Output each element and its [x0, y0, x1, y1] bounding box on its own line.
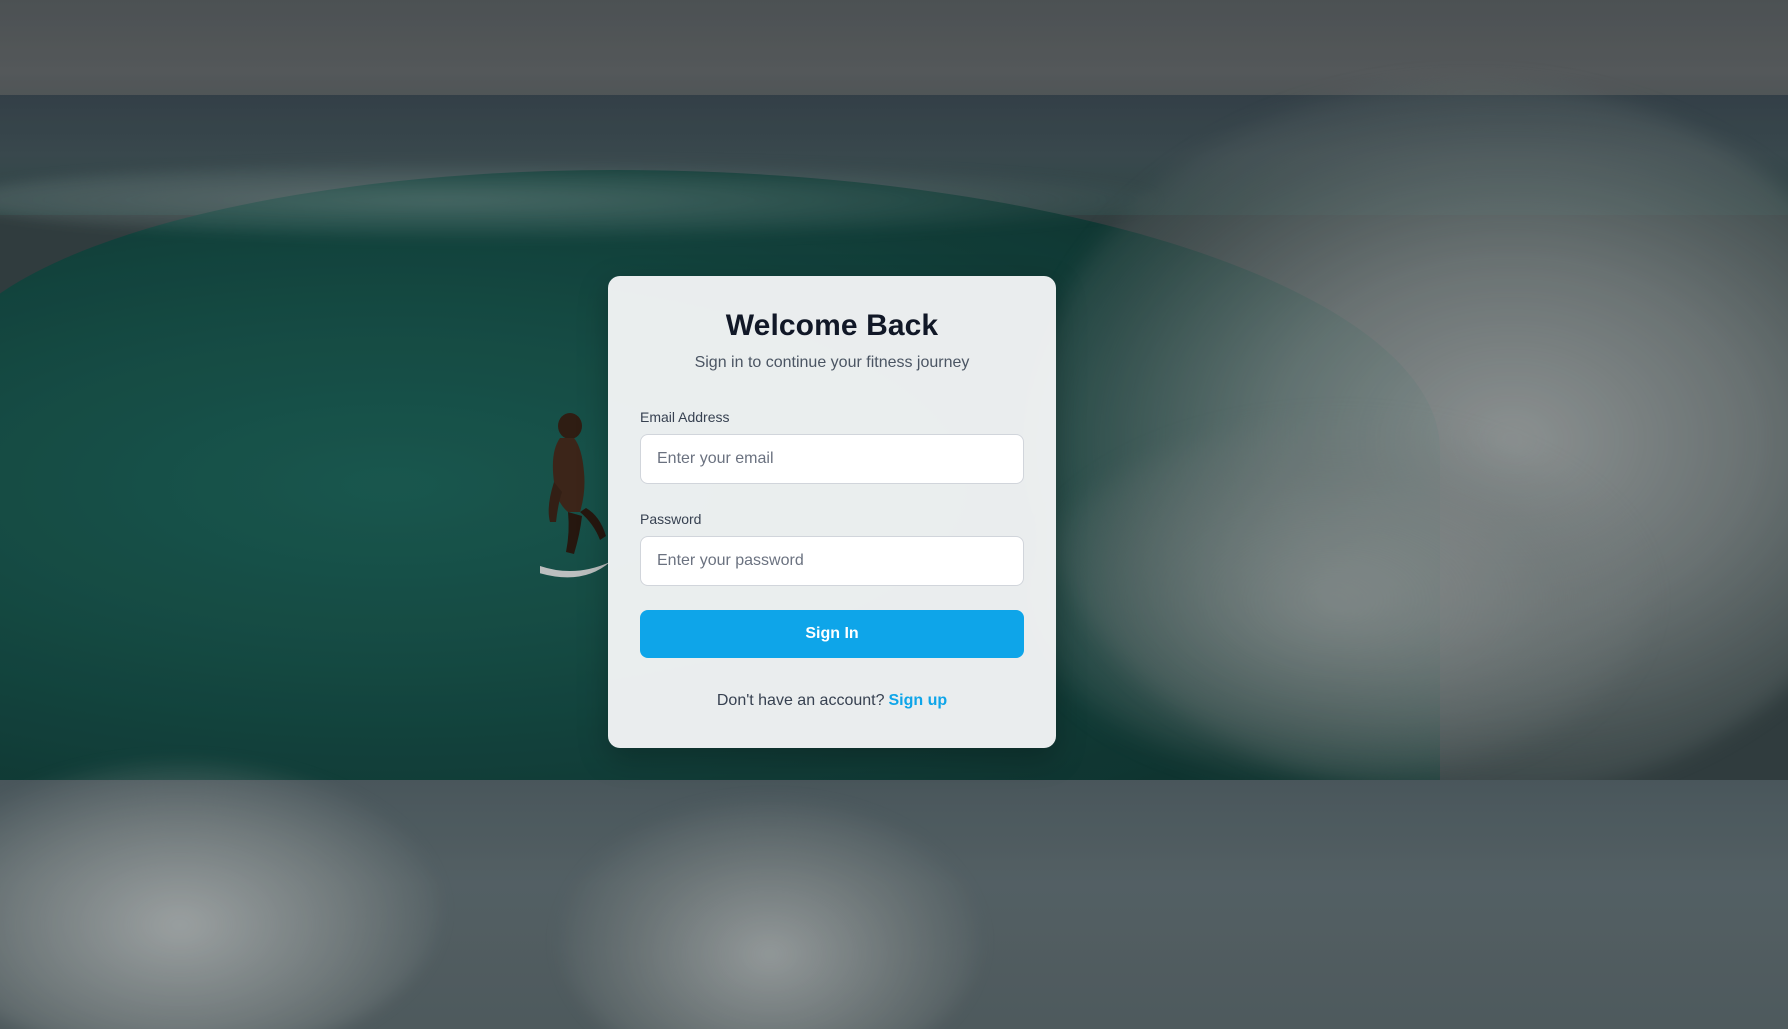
password-field-group: Password: [640, 511, 1024, 586]
page-subtitle: Sign in to continue your fitness journey: [694, 354, 970, 371]
sign-in-button[interactable]: Sign In: [640, 610, 1024, 658]
email-field-group: Email Address: [640, 409, 1024, 484]
signup-prompt-text: Don't have an account?: [716, 692, 885, 709]
sign-up-link[interactable]: Sign up: [888, 692, 947, 709]
password-input[interactable]: [640, 536, 1024, 586]
page-title: Welcome Back: [725, 309, 939, 342]
login-page: Welcome Back Sign in to continue your fi…: [0, 0, 1788, 1029]
signup-prompt: Don't have an account? Sign up: [640, 692, 1024, 710]
login-card: Welcome Back Sign in to continue your fi…: [608, 276, 1056, 748]
email-input[interactable]: [640, 434, 1024, 484]
email-label: Email Address: [640, 409, 730, 425]
password-label: Password: [640, 511, 702, 527]
